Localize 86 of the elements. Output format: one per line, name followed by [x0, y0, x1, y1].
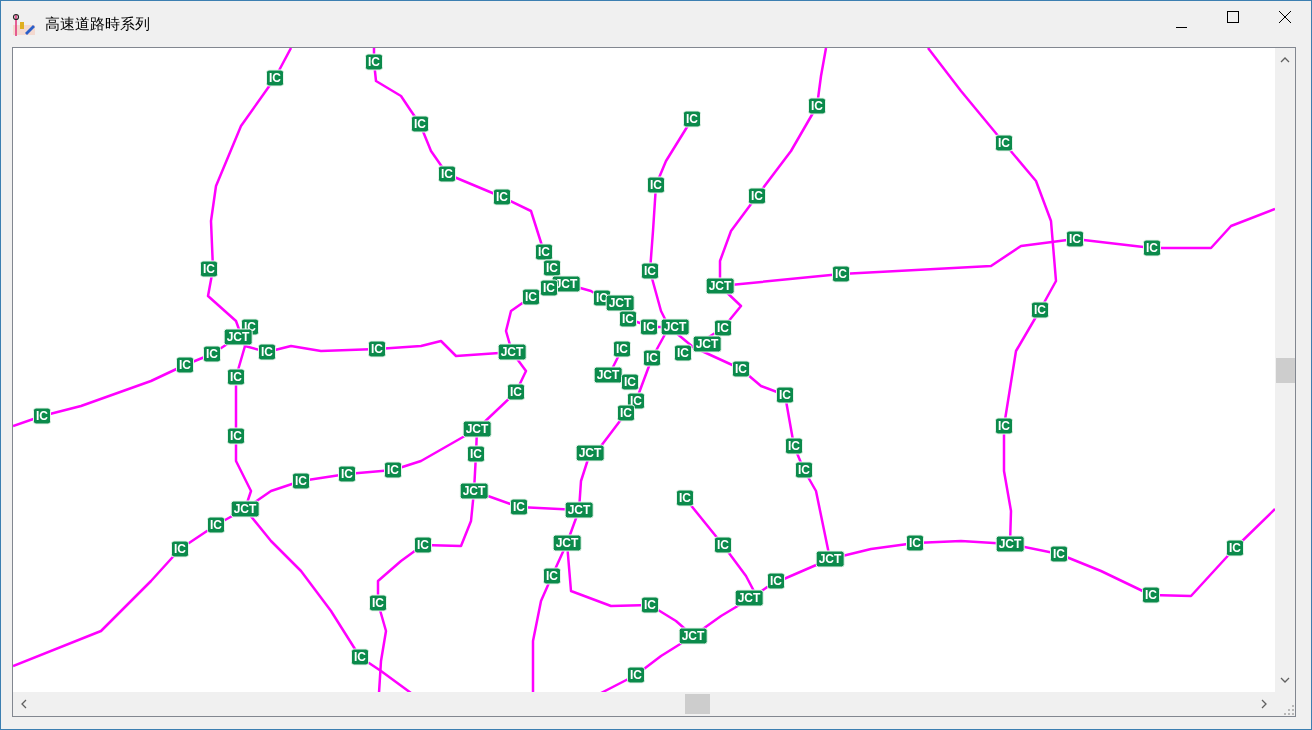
interchange-marker[interactable]: IC — [338, 465, 356, 483]
interchange-marker[interactable]: IC — [540, 279, 558, 297]
interchange-marker[interactable]: IC — [507, 383, 525, 401]
interchange-marker[interactable]: IC — [203, 345, 221, 363]
interchange-marker[interactable]: IC — [369, 594, 387, 612]
interchange-marker[interactable]: IC — [368, 340, 386, 358]
interchange-marker[interactable]: JCT — [575, 444, 605, 462]
interchange-marker[interactable]: JCT — [593, 366, 623, 384]
interchange-marker[interactable]: IC — [1031, 301, 1049, 319]
interchange-marker[interactable]: JCT — [734, 589, 764, 607]
interchange-marker[interactable]: IC — [613, 340, 631, 358]
interchange-marker[interactable]: IC — [33, 407, 51, 425]
interchange-marker[interactable]: IC — [365, 53, 383, 71]
scroll-thumb[interactable] — [1276, 358, 1295, 383]
interchange-marker[interactable]: IC — [1226, 539, 1244, 557]
interchange-marker[interactable]: IC — [674, 344, 692, 362]
interchange-marker[interactable]: IC — [1066, 230, 1084, 248]
app-icon — [11, 11, 37, 37]
window-title: 高速道路時系列 — [45, 14, 150, 34]
interchange-marker[interactable]: IC — [617, 404, 635, 422]
interchange-marker[interactable]: IC — [785, 437, 803, 455]
vertical-scrollbar[interactable] — [1275, 48, 1295, 692]
interchange-marker[interactable]: JCT — [564, 501, 594, 519]
interchange-marker[interactable]: IC — [227, 368, 245, 386]
horizontal-scrollbar[interactable] — [13, 692, 1275, 716]
interchange-marker[interactable]: IC — [543, 567, 561, 585]
interchange-marker[interactable]: IC — [522, 288, 540, 306]
interchange-marker[interactable]: JCT — [692, 335, 722, 353]
interchange-marker[interactable]: IC — [676, 489, 694, 507]
interchange-marker[interactable]: JCT — [678, 627, 708, 645]
interchange-marker[interactable]: IC — [467, 445, 485, 463]
interchange-marker[interactable]: IC — [641, 596, 659, 614]
interchange-marker[interactable]: IC — [200, 260, 218, 278]
interchange-marker[interactable]: IC — [776, 386, 794, 404]
interchange-marker[interactable]: JCT — [230, 500, 260, 518]
interchange-marker[interactable]: IC — [732, 360, 750, 378]
interchange-marker[interactable]: IC — [543, 259, 561, 277]
interchange-marker[interactable]: JCT — [705, 277, 735, 295]
interchange-marker[interactable]: IC — [621, 373, 639, 391]
interchange-marker[interactable]: IC — [906, 534, 924, 552]
interchange-marker[interactable]: IC — [995, 134, 1013, 152]
interchange-marker[interactable]: IC — [683, 110, 701, 128]
interchange-marker[interactable]: IC — [171, 540, 189, 558]
interchange-marker[interactable]: JCT — [815, 550, 845, 568]
interchange-marker[interactable]: IC — [510, 498, 528, 516]
interchange-marker[interactable]: IC — [207, 516, 225, 534]
resize-grip-icon[interactable] — [1283, 704, 1295, 716]
interchange-marker[interactable]: JCT — [462, 420, 492, 438]
interchange-marker[interactable]: IC — [641, 262, 659, 280]
interchange-marker[interactable]: IC — [995, 417, 1013, 435]
interchange-marker[interactable]: IC — [176, 356, 194, 374]
interchange-marker[interactable]: JCT — [552, 534, 582, 552]
interchange-marker[interactable]: IC — [832, 265, 850, 283]
interchange-marker[interactable]: IC — [493, 188, 511, 206]
interchange-marker[interactable]: IC — [266, 69, 284, 87]
interchange-marker[interactable]: IC — [643, 349, 661, 367]
interchange-marker[interactable]: IC — [351, 648, 369, 666]
minimize-icon — [1175, 26, 1187, 28]
interchange-marker[interactable]: JCT — [995, 535, 1025, 553]
interchange-marker[interactable]: IC — [414, 536, 432, 554]
interchange-marker[interactable]: JCT — [497, 343, 527, 361]
interchange-marker[interactable]: IC — [438, 165, 456, 183]
interchange-marker[interactable]: IC — [714, 319, 732, 337]
interchange-marker[interactable]: IC — [1142, 586, 1160, 604]
interchange-marker[interactable]: IC — [627, 666, 645, 684]
interchange-marker[interactable]: IC — [384, 461, 402, 479]
interchange-marker[interactable]: JCT — [459, 482, 489, 500]
maximize-icon — [1227, 11, 1239, 23]
interchange-marker[interactable]: IC — [1050, 545, 1068, 563]
interchange-marker[interactable]: IC — [808, 97, 826, 115]
interchange-marker[interactable]: IC — [258, 343, 276, 361]
scroll-thumb[interactable] — [685, 694, 710, 714]
close-icon — [1279, 11, 1291, 23]
interchange-marker[interactable]: IC — [795, 461, 813, 479]
interchange-marker[interactable]: JCT — [660, 318, 690, 336]
interchange-marker[interactable]: IC — [619, 310, 637, 328]
interchange-marker[interactable]: IC — [640, 318, 658, 336]
interchange-marker[interactable]: IC — [647, 176, 665, 194]
interchange-marker[interactable]: IC — [714, 536, 732, 554]
interchange-marker[interactable]: IC — [748, 187, 766, 205]
interchange-marker[interactable]: IC — [1143, 239, 1161, 257]
interchange-marker[interactable]: IC — [535, 243, 553, 261]
interchange-marker[interactable]: IC — [767, 572, 785, 590]
interchange-marker[interactable]: IC — [411, 115, 429, 133]
interchange-marker[interactable]: IC — [292, 472, 310, 490]
interchange-marker[interactable]: IC — [227, 427, 245, 445]
